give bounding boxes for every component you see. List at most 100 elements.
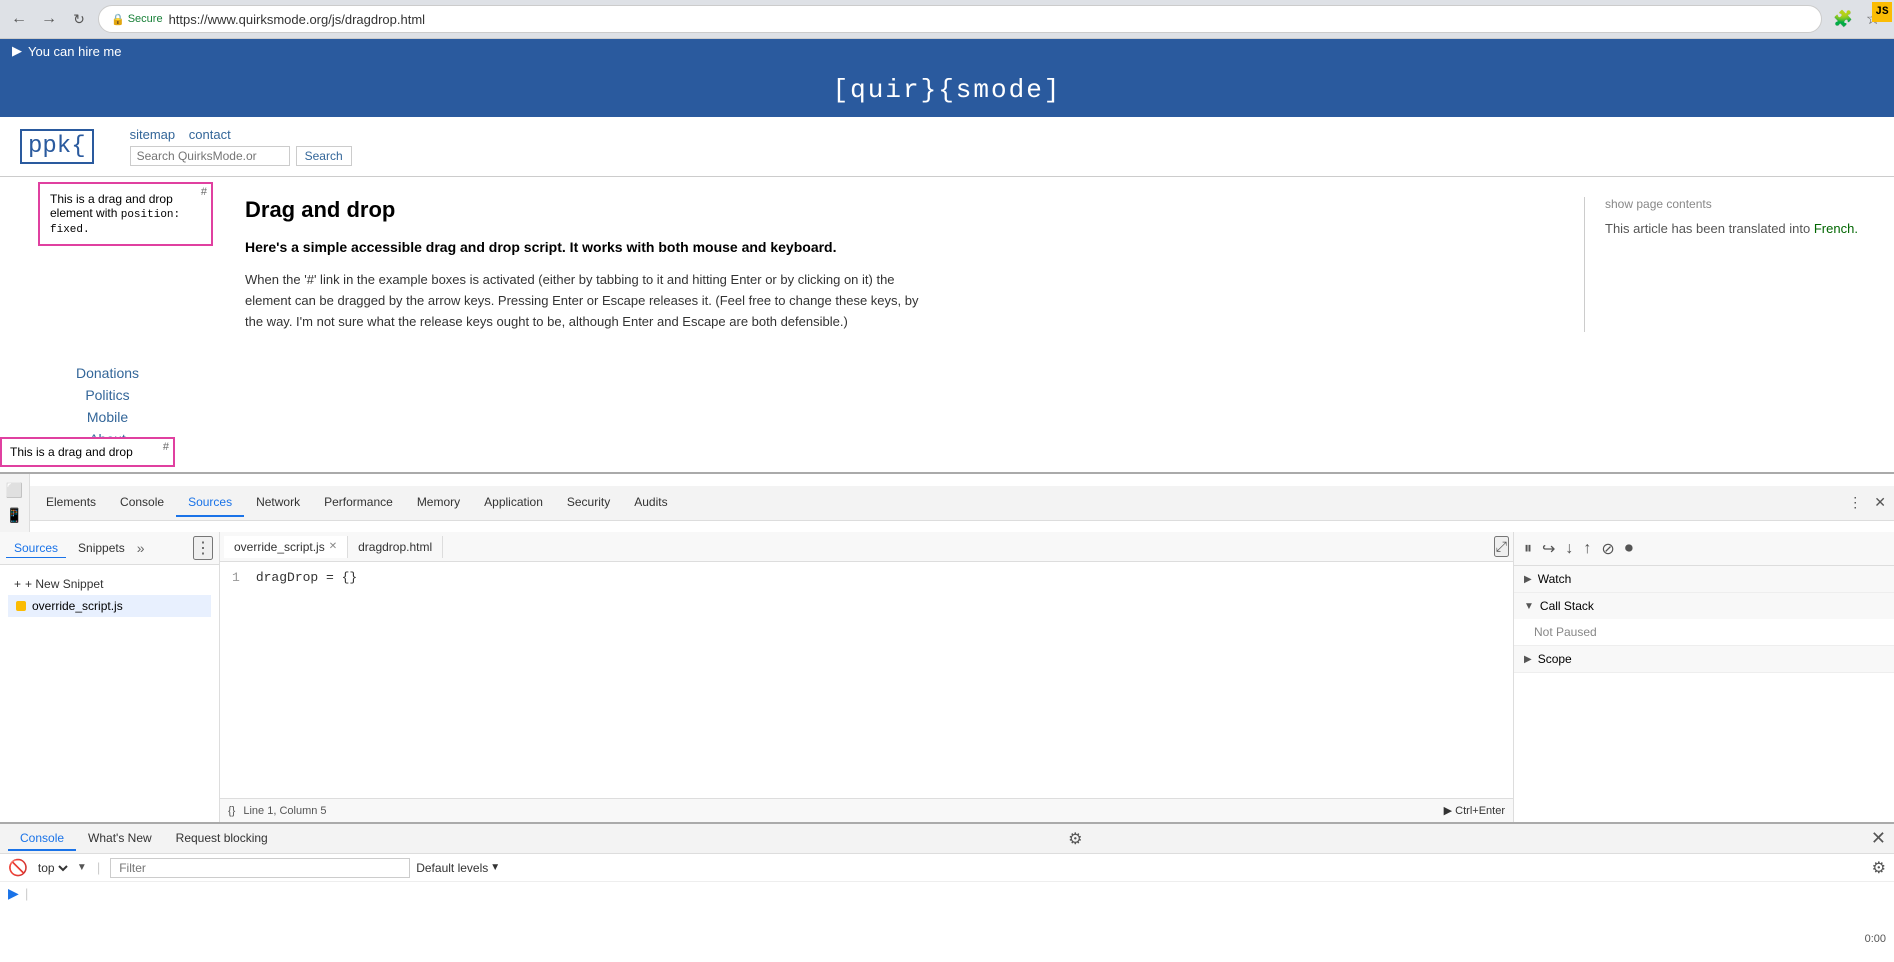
article-title: Drag and drop xyxy=(245,197,1564,223)
search-row: Search xyxy=(130,146,352,166)
hire-banner[interactable]: ▶ You can hire me xyxy=(0,39,1894,63)
step-into-btn[interactable]: ↓ xyxy=(1563,538,1575,560)
sidebar-item-donations[interactable]: Donations xyxy=(0,362,215,384)
watch-section: ▶ Watch xyxy=(1514,566,1894,593)
sitemap-link[interactable]: sitemap xyxy=(130,127,176,142)
translation-text: This article has been translated into Fr… xyxy=(1605,221,1864,236)
editor-status-bar: {} Line 1, Column 5 ▶ Ctrl+Enter xyxy=(220,798,1513,822)
console-right-settings[interactable]: ⚙ xyxy=(1872,858,1886,878)
devtools-body: Sources Snippets » ⋮ + + New Snippet ove… xyxy=(0,532,1894,822)
article-intro: Here's a simple accessible drag and drop… xyxy=(245,237,1564,258)
new-snippet-button[interactable]: + + New Snippet xyxy=(8,573,211,595)
address-bar[interactable]: 🔒 Secure https://www.quirksmode.org/js/d… xyxy=(98,5,1822,33)
drag-text-line2: element with xyxy=(50,206,117,220)
tab-sources[interactable]: Sources xyxy=(176,489,244,517)
forward-button[interactable]: → xyxy=(38,8,60,30)
inspect-element-btn[interactable]: ⬜ xyxy=(4,478,25,503)
sources-tab-sources[interactable]: Sources xyxy=(6,539,66,558)
drag-element-2[interactable]: # This is a drag and drop xyxy=(0,437,175,467)
article-body: When the '#' link in the example boxes i… xyxy=(245,270,925,332)
step-over-btn[interactable]: ↪ xyxy=(1540,537,1557,561)
console-tabs: Console What's New Request blocking ⚙ ✕ xyxy=(0,824,1894,854)
watch-label: Watch xyxy=(1538,572,1572,586)
tab-console[interactable]: Console xyxy=(108,489,176,517)
sources-tab-more[interactable]: » xyxy=(137,540,145,556)
console-prompt[interactable]: ▶ | xyxy=(8,886,1886,903)
console-settings-btn[interactable]: ⚙ xyxy=(1068,829,1082,849)
console-tab-request-blocking[interactable]: Request blocking xyxy=(164,827,280,851)
console-context-select[interactable]: top xyxy=(34,860,71,876)
step-out-btn[interactable]: ↑ xyxy=(1581,538,1593,560)
tab-elements[interactable]: Elements xyxy=(34,489,108,517)
editor-tab-close-override[interactable]: ✕ xyxy=(329,541,337,552)
browser-toolbar: ← → ↻ 🔒 Secure https://www.quirksmode.or… xyxy=(0,0,1894,38)
site-links: sitemap contact xyxy=(130,127,352,142)
device-mode-btn[interactable]: 📱 xyxy=(4,503,25,528)
scope-section-header[interactable]: ▶ Scope xyxy=(1514,646,1894,672)
sidebar-item-mobile[interactable]: Mobile xyxy=(0,406,215,428)
new-snippet-label: + New Snippet xyxy=(25,577,103,591)
translation-box: show page contents This article has been… xyxy=(1584,197,1864,332)
search-input[interactable] xyxy=(130,146,290,166)
level-arrow-icon: ▼ xyxy=(490,862,500,873)
run-snippet-btn[interactable]: ▶ Ctrl+Enter xyxy=(1444,804,1505,817)
sources-tab-menu[interactable]: ⋮ xyxy=(193,536,213,560)
tab-network[interactable]: Network xyxy=(244,489,312,517)
drag-text-1: This is a drag and drop element with pos… xyxy=(50,192,201,236)
contact-link[interactable]: contact xyxy=(189,127,231,142)
editor-tab-override[interactable]: override_script.js ✕ xyxy=(224,536,348,558)
tab-application[interactable]: Application xyxy=(472,489,555,517)
drag-text-line1: This is a drag and drop xyxy=(50,192,173,206)
scope-arrow-icon: ▶ xyxy=(1524,654,1532,665)
callstack-section-header[interactable]: ▼ Call Stack xyxy=(1514,593,1894,619)
tab-memory[interactable]: Memory xyxy=(405,489,472,517)
reload-button[interactable]: ↻ xyxy=(68,8,90,30)
devtools-more-btn[interactable]: ⋮ xyxy=(1844,492,1866,513)
tab-performance[interactable]: Performance xyxy=(312,489,405,517)
site-sub-header: ppk{ sitemap contact Search xyxy=(0,117,1894,177)
tab-audits[interactable]: Audits xyxy=(622,489,679,517)
ppk-logo: ppk{ xyxy=(20,129,94,164)
console-tab-console[interactable]: Console xyxy=(8,827,76,851)
show-contents-link[interactable]: show page contents xyxy=(1605,197,1864,211)
hire-banner-text: You can hire me xyxy=(28,44,121,59)
console-filter-input[interactable] xyxy=(110,858,410,878)
devtools-more: ⋮ ✕ xyxy=(1844,492,1890,513)
search-button[interactable]: Search xyxy=(296,146,352,166)
watch-section-header[interactable]: ▶ Watch xyxy=(1514,566,1894,592)
scope-label: Scope xyxy=(1538,652,1572,666)
console-close-btn[interactable]: ✕ xyxy=(1871,828,1886,849)
deactivate-btn[interactable]: ⊘ xyxy=(1599,537,1616,561)
devtools-close-btn[interactable]: ✕ xyxy=(1870,492,1890,513)
js-badge: JS xyxy=(1872,2,1892,22)
callstack-content: Not Paused xyxy=(1514,619,1894,645)
editor-content[interactable]: 1 dragDrop = {} xyxy=(220,562,1513,798)
drag-element-fixed[interactable]: # This is a drag and drop element with p… xyxy=(38,182,213,246)
url-display: https://www.quirksmode.org/js/dragdrop.h… xyxy=(169,12,1809,27)
editor-tab-dragdrop[interactable]: dragdrop.html xyxy=(348,536,443,558)
sidebar-item-politics[interactable]: Politics xyxy=(0,384,215,406)
extensions-button[interactable]: 🧩 xyxy=(1830,6,1856,32)
back-button[interactable]: ← xyxy=(8,8,30,30)
pause-resume-btn[interactable]: ⏸ xyxy=(1522,538,1534,560)
console-tab-whats-new[interactable]: What's New xyxy=(76,827,164,851)
snippet-item[interactable]: override_script.js xyxy=(8,595,211,617)
console-content: ▶ | xyxy=(0,882,1894,962)
drag-handle-1[interactable]: # xyxy=(201,186,207,198)
console-toolbar: 🚫 top ▼ | Default levels ▼ ⚙ xyxy=(0,854,1894,882)
debugger-sections: ▶ Watch ▼ Call Stack Not Paused ▶ xyxy=(1514,566,1894,822)
editor-tab-override-label: override_script.js xyxy=(234,540,325,554)
watch-arrow-icon: ▶ xyxy=(1524,574,1532,585)
hire-banner-arrow: ▶ xyxy=(12,43,22,59)
sources-tab-snippets[interactable]: Snippets xyxy=(70,539,133,557)
editor-pin-btn[interactable]: ⤢ xyxy=(1494,536,1509,557)
level-label: Default levels xyxy=(416,861,488,875)
french-link[interactable]: French. xyxy=(1814,221,1858,236)
snippet-dot-icon xyxy=(16,601,26,611)
translation-label: This article has been translated into xyxy=(1605,221,1810,236)
console-level-select[interactable]: Default levels ▼ xyxy=(416,861,500,875)
clear-console-btn[interactable]: 🚫 xyxy=(8,858,28,878)
drag-handle-2[interactable]: # xyxy=(163,441,169,453)
pause-exceptions-btn[interactable]: ⏺ xyxy=(1623,538,1635,560)
tab-security[interactable]: Security xyxy=(555,489,622,517)
